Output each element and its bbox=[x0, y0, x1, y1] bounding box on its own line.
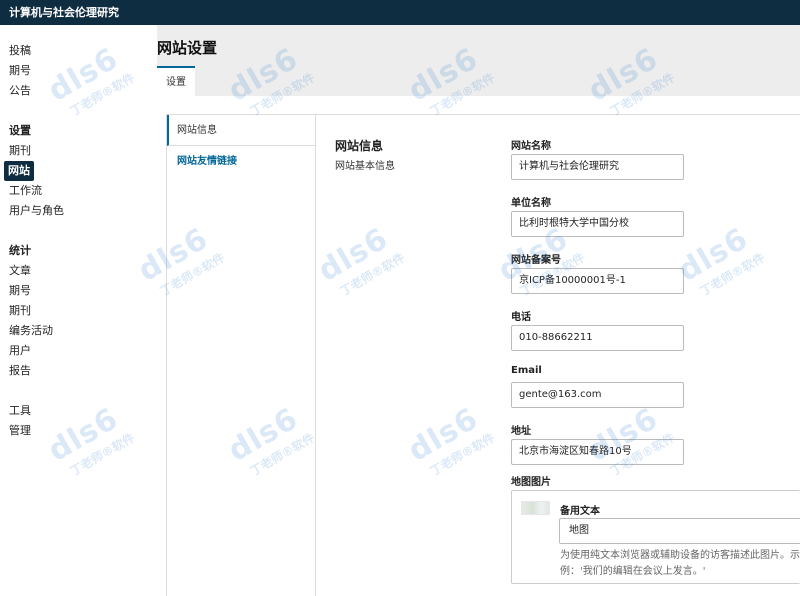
settings-panel: 网站信息 网站友情链接 网站信息 网站基本信息 网站名称 计算机与社会伦理研究 … bbox=[157, 96, 800, 596]
sidebar-item-website[interactable]: 网站 bbox=[4, 161, 34, 181]
map-thumbnail[interactable] bbox=[521, 501, 550, 515]
icp-input[interactable]: 京ICP备10000001号-1 bbox=[511, 268, 684, 294]
sidebar-item-admin[interactable]: 管理 bbox=[9, 421, 157, 441]
sidebar-item-stats-issues[interactable]: 期号 bbox=[9, 281, 157, 301]
sidebar-item-announcements[interactable]: 公告 bbox=[9, 81, 157, 101]
field-map-image: 地图图片 bbox=[511, 473, 551, 488]
sidebar-item-stats-journal[interactable]: 期刊 bbox=[9, 301, 157, 321]
subnav-item-site-info[interactable]: 网站信息 bbox=[167, 115, 315, 146]
email-input[interactable]: gente@163.com bbox=[511, 382, 684, 408]
org-name-input[interactable]: 比利时根特大学中国分校 bbox=[511, 211, 684, 237]
alt-text-label: 备用文本 bbox=[560, 506, 600, 517]
email-label: Email bbox=[511, 365, 542, 376]
field-phone: 电话 010-88662211 bbox=[511, 308, 684, 351]
sidebar-item-stats-users[interactable]: 用户 bbox=[9, 341, 157, 361]
sidebar: 投稿 期号 公告 设置 期刊 网站 工作流 用户与角色 统计 文章 期号 期刊 … bbox=[0, 25, 157, 596]
site-name-label: 网站名称 bbox=[511, 141, 551, 152]
sidebar-item-editorial-activity[interactable]: 编务活动 bbox=[9, 321, 157, 341]
tab-settings[interactable]: 设置 bbox=[157, 66, 195, 98]
sidebar-item-tools[interactable]: 工具 bbox=[9, 401, 157, 421]
field-icp: 网站备案号 京ICP备10000001号-1 bbox=[511, 251, 684, 294]
org-name-label: 单位名称 bbox=[511, 198, 551, 209]
sidebar-item-articles[interactable]: 文章 bbox=[9, 261, 157, 281]
phone-label: 电话 bbox=[511, 312, 531, 323]
sidebar-heading-settings: 设置 bbox=[9, 124, 31, 137]
map-image-box: 备用文本 地图 为使用纯文本浏览器或辅助设备的访客描述此图片。示例：'我们的编辑… bbox=[511, 490, 800, 584]
app-title: 计算机与社会伦理研究 bbox=[9, 6, 119, 19]
subnav-item-friend-links[interactable]: 网站友情链接 bbox=[167, 146, 315, 177]
phone-input[interactable]: 010-88662211 bbox=[511, 325, 684, 351]
field-org-name: 单位名称 比利时根特大学中国分校 bbox=[511, 194, 684, 237]
app-title-bar: 计算机与社会伦理研究 bbox=[0, 0, 800, 25]
sidebar-item-issues[interactable]: 期号 bbox=[9, 61, 157, 81]
settings-subnav: 网站信息 网站友情链接 bbox=[166, 114, 316, 596]
icp-label: 网站备案号 bbox=[511, 255, 561, 266]
field-address: 地址 北京市海淀区知春路10号 bbox=[511, 422, 684, 465]
sidebar-item-workflow[interactable]: 工作流 bbox=[9, 181, 157, 201]
site-info-form: 网站信息 网站基本信息 网站名称 计算机与社会伦理研究 单位名称 比利时根特大学… bbox=[316, 114, 800, 596]
section-title: 网站信息 bbox=[335, 139, 384, 153]
sidebar-item-reports[interactable]: 报告 bbox=[9, 361, 157, 381]
field-email: Email gente@163.com bbox=[511, 365, 684, 408]
alt-text-input[interactable]: 地图 bbox=[559, 518, 800, 544]
sidebar-heading-stats: 统计 bbox=[9, 244, 31, 257]
tab-bar: 设置 bbox=[157, 63, 800, 98]
section-description: 网站基本信息 bbox=[335, 161, 395, 172]
field-site-name: 网站名称 计算机与社会伦理研究 bbox=[511, 137, 684, 180]
map-image-label: 地图图片 bbox=[511, 477, 551, 488]
sidebar-item-submissions[interactable]: 投稿 bbox=[9, 41, 157, 61]
sidebar-item-users-roles[interactable]: 用户与角色 bbox=[9, 201, 157, 221]
page-title: 网站设置 bbox=[157, 39, 218, 57]
sidebar-item-journal[interactable]: 期刊 bbox=[9, 141, 157, 161]
address-label: 地址 bbox=[511, 426, 531, 437]
address-input[interactable]: 北京市海淀区知春路10号 bbox=[511, 439, 684, 465]
main-content: 网站设置 设置 网站信息 网站友情链接 网站信息 网站基本信息 网站名称 计算机… bbox=[157, 25, 800, 596]
site-name-input[interactable]: 计算机与社会伦理研究 bbox=[511, 154, 684, 180]
alt-text-help: 为使用纯文本浏览器或辅助设备的访客描述此图片。示例：'我们的编辑在会议上发言。' bbox=[560, 550, 800, 577]
